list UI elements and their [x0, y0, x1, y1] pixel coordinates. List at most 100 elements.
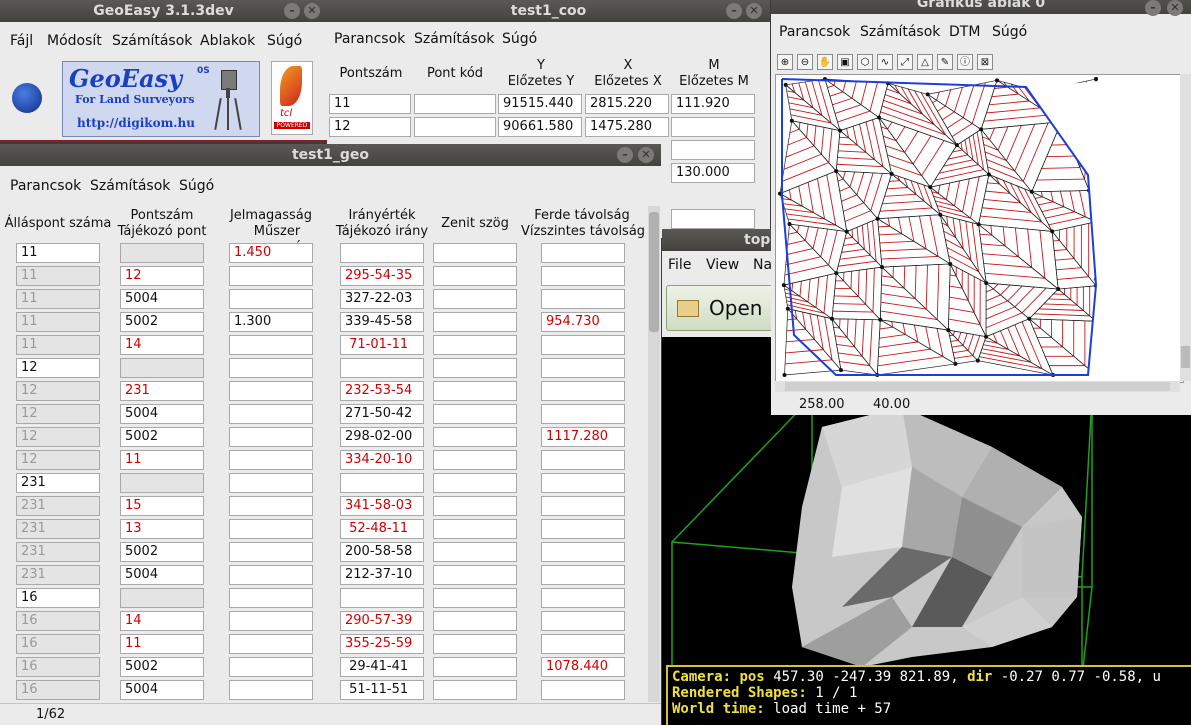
coo-cell-x[interactable]: 2815.220: [585, 94, 669, 114]
menu-parancsok[interactable]: Parancsok: [779, 24, 850, 40]
menu-szamitasok[interactable]: Számítások: [90, 178, 170, 194]
point-cell[interactable]: 13: [120, 519, 204, 539]
station-cell[interactable]: 16: [16, 588, 100, 608]
height-cell[interactable]: [229, 588, 313, 608]
direction-cell[interactable]: 290-57-39: [340, 611, 424, 631]
menu-navigation[interactable]: Na: [753, 257, 772, 273]
point-cell[interactable]: 11: [120, 634, 204, 654]
direction-cell[interactable]: 339-45-58: [340, 312, 424, 332]
direction-cell[interactable]: 71-01-11: [340, 335, 424, 355]
coo-cell-m[interactable]: 111.920: [671, 94, 755, 114]
distance-cell[interactable]: [541, 243, 625, 263]
distance-cell[interactable]: [541, 473, 625, 493]
direction-cell[interactable]: 271-50-42: [340, 404, 424, 424]
height-cell[interactable]: [229, 381, 313, 401]
height-cell[interactable]: [229, 519, 313, 539]
close-icon[interactable]: ✕: [1167, 0, 1183, 16]
point-cell[interactable]: [120, 243, 204, 263]
menu-parancsok[interactable]: Parancsok: [10, 178, 81, 194]
height-cell[interactable]: 1.450: [229, 243, 313, 263]
height-cell[interactable]: 1.300: [229, 312, 313, 332]
height-cell[interactable]: [229, 657, 313, 677]
distance-cell[interactable]: [541, 519, 625, 539]
station-cell[interactable]: 16: [16, 634, 100, 654]
direction-cell[interactable]: 29-41-41: [340, 657, 424, 677]
delete-icon[interactable]: ⊠: [977, 54, 993, 70]
menu-ablakok[interactable]: Ablakok: [200, 33, 255, 49]
height-cell[interactable]: [229, 496, 313, 516]
station-cell[interactable]: 11: [16, 312, 100, 332]
coo-m-cell[interactable]: 130.000: [671, 163, 755, 183]
triangle-icon[interactable]: △: [917, 54, 933, 70]
station-cell[interactable]: 12: [16, 427, 100, 447]
height-cell[interactable]: [229, 450, 313, 470]
zenith-cell[interactable]: [433, 519, 517, 539]
point-cell[interactable]: [120, 473, 204, 493]
info-icon[interactable]: ⓘ: [957, 54, 973, 70]
direction-cell[interactable]: [340, 588, 424, 608]
point-cell[interactable]: 15: [120, 496, 204, 516]
station-cell[interactable]: 12: [16, 450, 100, 470]
distance-cell[interactable]: [541, 450, 625, 470]
height-cell[interactable]: [229, 542, 313, 562]
direction-cell[interactable]: [340, 473, 424, 493]
direction-cell[interactable]: 212-37-10: [340, 565, 424, 585]
menu-szamitasok[interactable]: Számítások: [112, 33, 192, 49]
height-cell[interactable]: [229, 680, 313, 700]
zenith-cell[interactable]: [433, 358, 517, 378]
distance-cell[interactable]: [541, 381, 625, 401]
minimize-icon[interactable]: –: [617, 147, 633, 163]
point-cell[interactable]: 5004: [120, 289, 204, 309]
distance-cell[interactable]: [541, 611, 625, 631]
direction-cell[interactable]: 327-22-03: [340, 289, 424, 309]
zenith-cell[interactable]: [433, 588, 517, 608]
open-button[interactable]: Open: [666, 285, 778, 331]
menu-szamitasok[interactable]: Számítások: [414, 31, 494, 47]
point-cell[interactable]: 5002: [120, 542, 204, 562]
height-cell[interactable]: [229, 289, 313, 309]
zenith-cell[interactable]: [433, 312, 517, 332]
coo-empty-cell[interactable]: [671, 140, 755, 160]
coo-cell-kod[interactable]: [414, 94, 496, 114]
distance-cell[interactable]: 1117.280: [541, 427, 625, 447]
distance-cell[interactable]: 954.730: [541, 312, 625, 332]
coo-cell-pont[interactable]: 12: [329, 117, 411, 137]
point-cell[interactable]: 12: [120, 266, 204, 286]
distance-cell[interactable]: [541, 404, 625, 424]
distance-cell[interactable]: [541, 335, 625, 355]
menu-file[interactable]: File: [668, 257, 691, 273]
point-cell[interactable]: 5004: [120, 404, 204, 424]
tin-contour-map[interactable]: [776, 75, 1181, 380]
station-cell[interactable]: 11: [16, 289, 100, 309]
menu-sugo[interactable]: Súgó: [502, 31, 537, 47]
minimize-icon[interactable]: –: [1145, 0, 1161, 16]
point-cell[interactable]: 14: [120, 335, 204, 355]
distance-cell[interactable]: [541, 680, 625, 700]
station-cell[interactable]: 231: [16, 519, 100, 539]
station-cell[interactable]: 11: [16, 266, 100, 286]
coo-cell-m[interactable]: [671, 117, 755, 137]
coo-cell-y[interactable]: 90661.580: [498, 117, 582, 137]
close-icon[interactable]: ✕: [746, 3, 762, 19]
point-cell[interactable]: 231: [120, 381, 204, 401]
distance-cell[interactable]: [541, 358, 625, 378]
direction-cell[interactable]: 298-02-00: [340, 427, 424, 447]
zenith-cell[interactable]: [433, 496, 517, 516]
point-cell[interactable]: 5004: [120, 565, 204, 585]
zoom-all-icon[interactable]: ▣: [837, 54, 853, 70]
station-cell[interactable]: 12: [16, 404, 100, 424]
height-cell[interactable]: [229, 634, 313, 654]
zenith-cell[interactable]: [433, 450, 517, 470]
coo-cell-y[interactable]: 91515.440: [498, 94, 582, 114]
distance-cell[interactable]: [541, 588, 625, 608]
direction-cell[interactable]: 52-48-11: [340, 519, 424, 539]
point-cell[interactable]: 5004: [120, 680, 204, 700]
direction-cell[interactable]: [340, 358, 424, 378]
zoom-out-icon[interactable]: ⊖: [797, 54, 813, 70]
direction-cell[interactable]: 355-25-59: [340, 634, 424, 654]
height-cell[interactable]: [229, 427, 313, 447]
station-cell[interactable]: 231: [16, 542, 100, 562]
direction-cell[interactable]: 200-58-58: [340, 542, 424, 562]
zenith-cell[interactable]: [433, 657, 517, 677]
station-cell[interactable]: 12: [16, 358, 100, 378]
